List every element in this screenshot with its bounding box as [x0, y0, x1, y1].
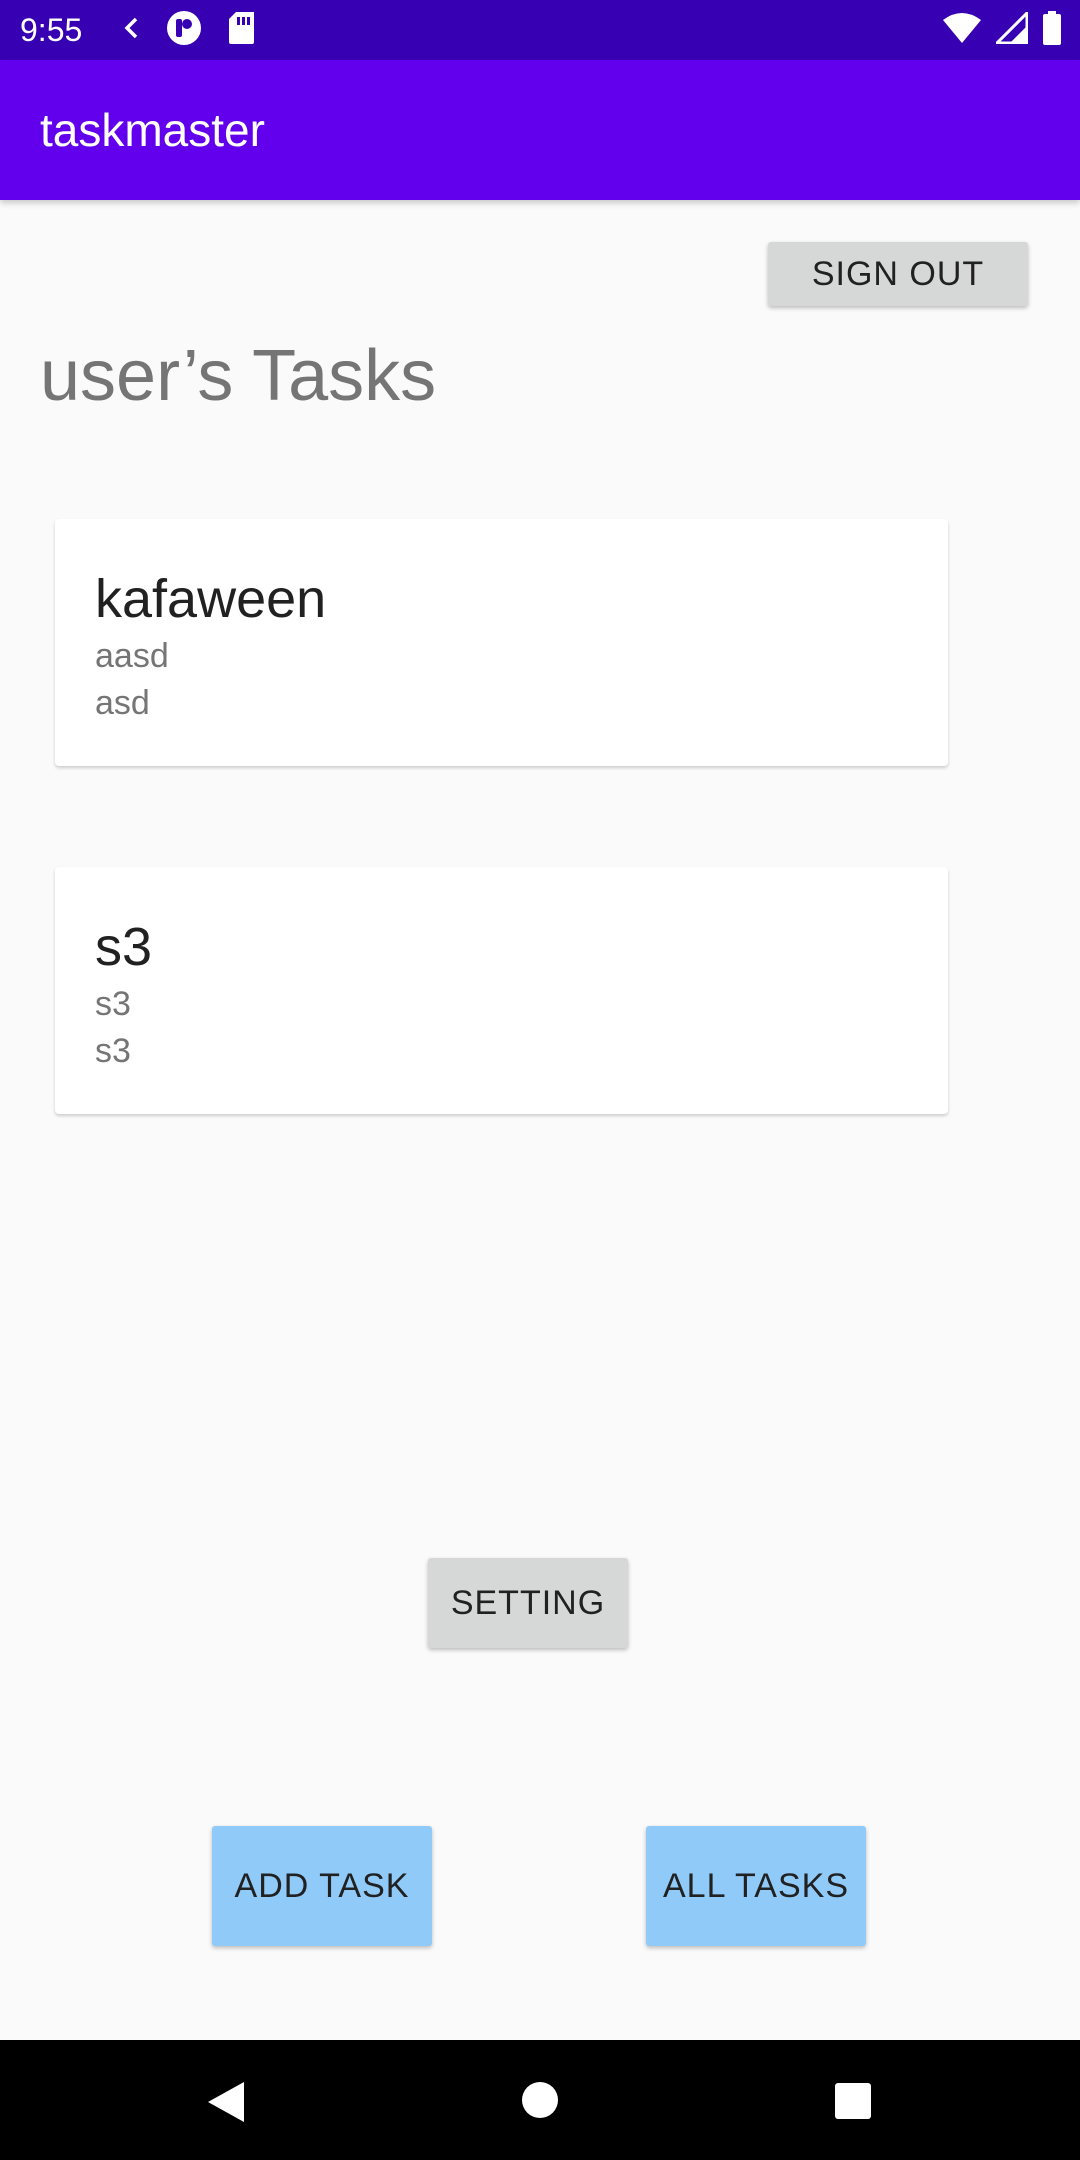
task-state: s3 [95, 1032, 131, 1070]
screen: 9:55 taskmaster SIGN OUT user’s Tasks ka… [0, 0, 1080, 2160]
battery-icon [1042, 10, 1062, 50]
task-card[interactable]: kafaween aasd asd [55, 519, 948, 766]
wifi-icon [942, 12, 982, 49]
status-right-icons [942, 8, 1062, 50]
navigation-bar [0, 2040, 1080, 2160]
status-time: 9:55 [20, 12, 83, 48]
add-task-button[interactable]: ADD TASK [212, 1826, 432, 1946]
status-left-icons [122, 10, 256, 51]
task-title: kafaween [95, 569, 327, 629]
page-title: user’s Tasks [40, 336, 437, 416]
task-title: s3 [95, 917, 153, 977]
home-icon[interactable] [520, 2080, 560, 2125]
task-card[interactable]: s3 s3 s3 [55, 867, 948, 1114]
app-notification-icon [166, 10, 202, 51]
cell-signal-icon [993, 8, 1029, 49]
sd-card-icon [228, 11, 256, 50]
task-state: asd [95, 684, 150, 722]
task-body: aasd [95, 637, 169, 675]
back-icon[interactable] [206, 2080, 246, 2129]
task-body: s3 [95, 985, 131, 1023]
setting-button[interactable]: SETTING [428, 1558, 628, 1648]
app-title: taskmaster [40, 104, 265, 156]
app-bar: taskmaster [0, 60, 1080, 200]
sign-out-button[interactable]: SIGN OUT [768, 242, 1028, 306]
chevron-left-icon [122, 16, 140, 45]
all-tasks-button[interactable]: ALL TASKS [646, 1826, 866, 1946]
status-bar: 9:55 [0, 0, 1080, 60]
recents-icon[interactable] [834, 2082, 872, 2125]
